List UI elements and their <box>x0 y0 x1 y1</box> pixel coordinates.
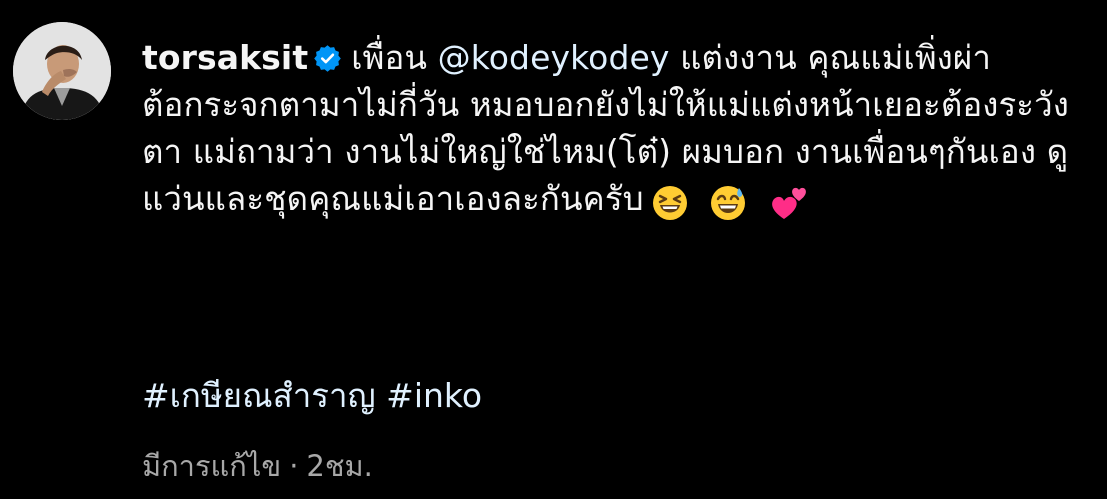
hashtag-link[interactable]: #เกษียณสำราญ <box>142 376 376 415</box>
meta-separator: · <box>289 449 299 483</box>
caption-text-intro: เพื่อน <box>351 38 438 77</box>
two-hearts-icon <box>769 185 809 233</box>
post-meta: มีการแก้ไข · 2ชม. <box>142 446 373 486</box>
caption-text-block: torsaksit เพื่อน @kodeykodey แต่งงาน คุณแ… <box>142 34 1092 233</box>
edited-label: มีการแก้ไข <box>142 449 282 483</box>
grinning-squinting-face-icon <box>652 185 688 233</box>
username-link[interactable]: torsaksit <box>142 38 308 77</box>
mention-link[interactable]: @kodeykodey <box>438 38 670 77</box>
hashtag-row: #เกษียณสำราญ #inko <box>142 372 482 419</box>
timestamp[interactable]: 2ชม. <box>306 449 372 483</box>
emoji-group <box>652 183 821 233</box>
hashtag-link[interactable]: #inko <box>386 376 482 415</box>
grinning-face-with-sweat-icon <box>710 185 746 233</box>
profile-avatar[interactable] <box>13 22 111 120</box>
avatar-image <box>13 22 111 120</box>
caption-post: torsaksit เพื่อน @kodeykodey แต่งงาน คุณแ… <box>0 0 1107 499</box>
verified-badge-icon <box>314 37 342 72</box>
